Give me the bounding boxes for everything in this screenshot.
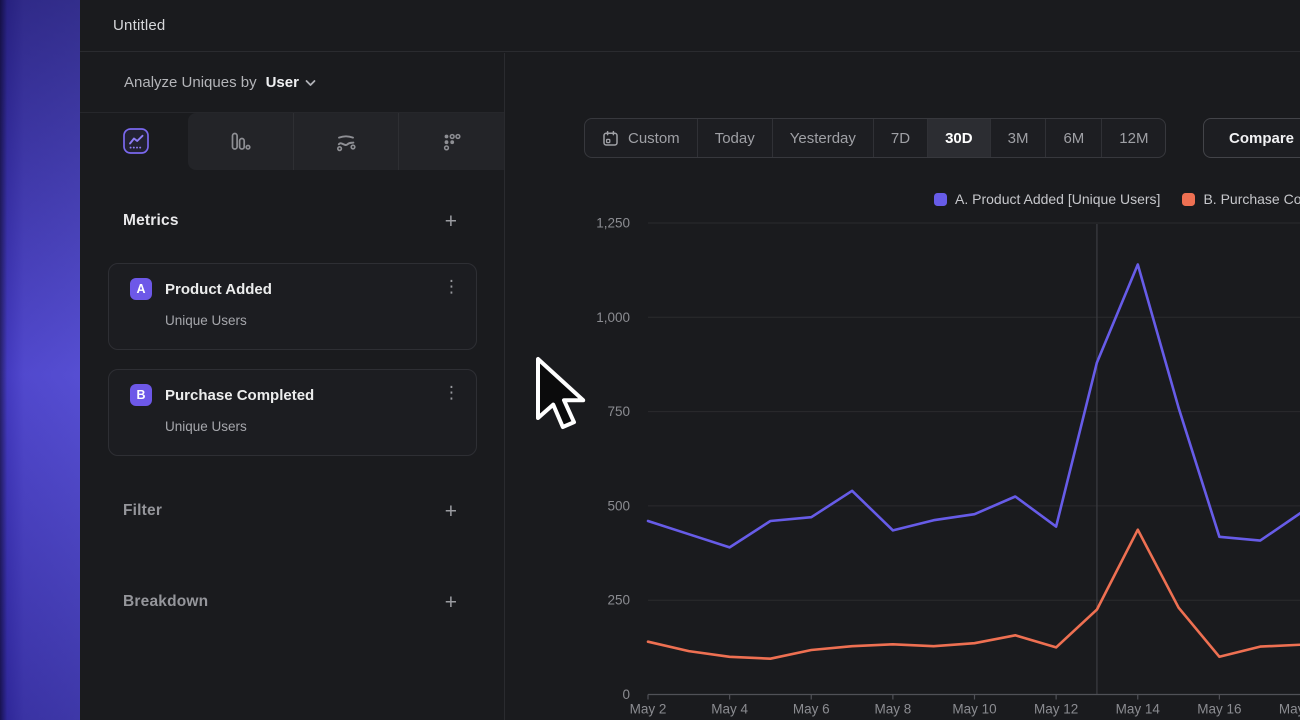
flows-icon [334,130,358,154]
breakdown-header: Breakdown + [80,587,504,617]
metrics-header: Metrics + [80,206,504,236]
top-bar: Untitled [80,0,1300,52]
range-label: 30D [945,130,973,147]
metric-subtitle: Unique Users [165,313,476,328]
add-filter-icon[interactable]: + [445,501,457,522]
analyze-row: Analyze Uniques by User [80,53,504,113]
range-label: 12M [1119,130,1148,147]
calendar-icon [602,130,619,147]
compare-button[interactable]: Compare [1203,118,1300,158]
metric-card-row: B Purchase Completed [130,384,476,406]
query-sidebar: Analyze Uniques by User [80,53,505,720]
add-metric-icon[interactable]: + [445,211,457,232]
range-custom[interactable]: Custom [585,119,697,157]
range-7d[interactable]: 7D [873,119,927,157]
range-yesterday[interactable]: Yesterday [772,119,873,157]
page-title: Untitled [113,17,165,34]
x-tick-label: May 12 [1034,702,1078,717]
chevron-down-icon [305,79,316,87]
tab-flows[interactable] [293,113,399,170]
range-label: 3M [1008,130,1029,147]
add-breakdown-icon[interactable]: + [445,592,457,613]
x-axis [648,695,1300,700]
x-tick-label: May 18 [1279,702,1300,717]
tab-line-chart[interactable] [122,127,150,155]
metrics-title: Metrics [123,212,179,230]
line-chart-plot: 0 250 500 750 1,000 1,250 May 2 May 4 May 6 May 8… [506,170,1300,720]
x-tick-label: May 6 [793,702,830,717]
metric-title: Purchase Completed [165,387,314,404]
metric-menu-icon[interactable]: ⋮ [443,277,460,297]
metric-card-row: A Product Added [130,278,476,300]
range-label: Custom [628,130,680,147]
metric-card[interactable]: B Purchase Completed Unique Users ⋮ [108,369,477,456]
chart-type-tabs [80,113,504,170]
gridlines [648,223,1300,600]
metric-card[interactable]: A Product Added Unique Users ⋮ [108,263,477,350]
x-tick-label: May 16 [1197,702,1241,717]
range-label: 7D [891,130,910,147]
range-3m[interactable]: 3M [990,119,1046,157]
chart-type-tab-group [188,113,504,170]
analyze-by-dropdown[interactable]: User [266,74,316,91]
metric-title: Product Added [165,281,272,298]
tab-bar-chart[interactable] [188,113,293,170]
metric-series-badge: A [130,278,152,300]
x-tick-label: May 8 [874,702,911,717]
x-tick-labels: May 2 May 4 May 6 May 8 May 10 May 12 May 14 Ma… [630,702,1300,717]
series-line [648,265,1300,548]
filter-title: Filter [123,502,162,520]
y-tick-labels: 0 250 500 750 1,000 1,250 [596,216,630,703]
date-range-selector: Custom Today Yesterday 7D 30D 3M 6M 12M [584,118,1166,158]
y-tick-label: 250 [607,593,630,608]
range-30d[interactable]: 30D [927,119,990,157]
metric-card-list: A Product Added Unique Users ⋮ B Purchase Com… [80,263,504,456]
x-tick-label: May 4 [711,702,748,717]
y-tick-label: 500 [607,498,630,513]
range-12m[interactable]: 12M [1101,119,1165,157]
analyze-by-value: User [266,74,299,91]
y-tick-label: 0 [622,687,630,702]
x-tick-label: May 10 [952,702,996,717]
retention-grid-icon [440,130,464,154]
y-tick-label: 750 [607,404,630,419]
metric-subtitle: Unique Users [165,419,476,434]
range-label: 6M [1063,130,1084,147]
range-today[interactable]: Today [697,119,772,157]
x-tick-label: May 14 [1116,702,1161,717]
x-tick-label: May 2 [630,702,667,717]
desktop-gradient-strip [0,0,80,720]
y-tick-label: 1,000 [596,310,630,325]
analyze-label: Analyze Uniques by [124,74,257,91]
tab-retention-grid[interactable] [398,113,504,170]
metric-menu-icon[interactable]: ⋮ [443,383,460,403]
breakdown-title: Breakdown [123,593,208,611]
range-label: Today [715,130,755,147]
range-6m[interactable]: 6M [1045,119,1101,157]
filter-header: Filter + [80,496,504,526]
metric-series-badge: B [130,384,152,406]
range-label: Yesterday [790,130,856,147]
bar-chart-icon [228,130,252,154]
compare-label: Compare [1229,130,1294,147]
line-chart-icon [122,127,150,155]
series-line [648,530,1300,659]
y-tick-label: 1,250 [596,216,630,231]
